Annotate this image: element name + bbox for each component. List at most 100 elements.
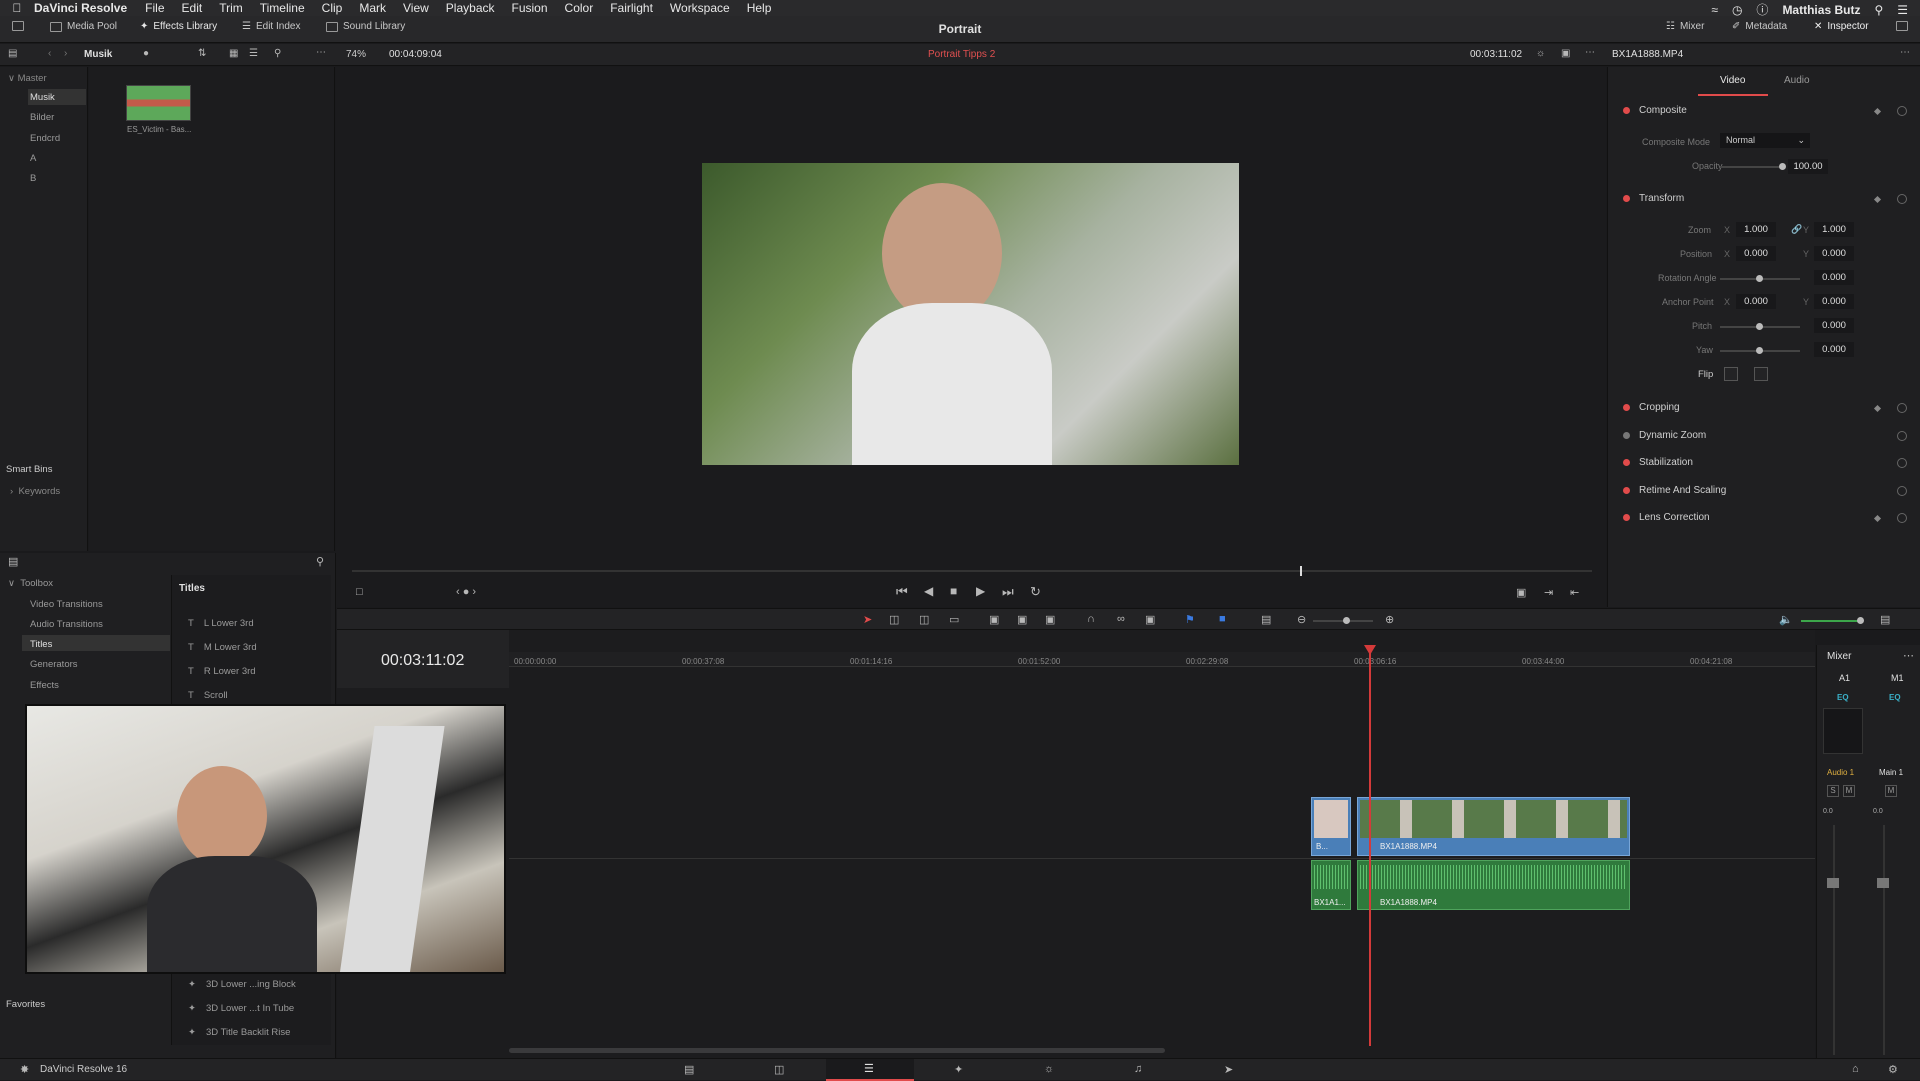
enable-dot[interactable] xyxy=(1623,487,1630,494)
go-to-end-icon[interactable]: ⏭ xyxy=(1002,584,1014,600)
menu-file[interactable]: File xyxy=(145,1,164,15)
next-edit-icon[interactable]: ⇥ xyxy=(1544,586,1553,599)
inspector-button[interactable]: ✕ Inspector xyxy=(1814,21,1869,32)
mixer-more-icon[interactable]: ⋯ xyxy=(1903,649,1914,662)
keyframe-icon[interactable] xyxy=(1873,195,1882,204)
tab-video[interactable]: Video xyxy=(1720,75,1745,86)
slider-icon[interactable]: ● xyxy=(143,48,149,59)
apple-icon[interactable]:  xyxy=(0,1,34,15)
menu-view[interactable]: View xyxy=(403,1,429,15)
opacity-slider[interactable] xyxy=(1720,166,1780,168)
viewer-options-icon[interactable]: □ xyxy=(356,586,363,598)
menu-fusion[interactable]: Fusion xyxy=(512,1,548,15)
title-m-lower-3rd[interactable]: TM Lower 3rd xyxy=(188,642,257,653)
position-x-value[interactable]: 0.000 xyxy=(1736,246,1776,261)
loop-icon[interactable]: ☼ xyxy=(1536,48,1545,59)
viewer-video-frame[interactable] xyxy=(702,163,1239,465)
list-icon[interactable]: ☰ xyxy=(1897,3,1908,17)
pitch-knob[interactable] xyxy=(1756,323,1763,330)
cut-page-icon[interactable]: ◫ xyxy=(774,1063,784,1076)
menu-playback[interactable]: Playback xyxy=(446,1,495,15)
bin-endcrd[interactable]: Endcrd xyxy=(30,133,60,144)
volume-knob[interactable] xyxy=(1857,617,1864,624)
keyframe-icon[interactable] xyxy=(1873,404,1882,413)
fader-track-m1[interactable] xyxy=(1883,825,1885,1055)
clip-thumbnail[interactable] xyxy=(126,85,191,121)
jog-icon[interactable]: ‹ ● › xyxy=(456,586,476,598)
clock-icon[interactable]: ◷ xyxy=(1732,3,1742,17)
main-mute-button[interactable]: M xyxy=(1885,785,1897,797)
lens-correction-header[interactable]: Lens Correction xyxy=(1623,512,1710,523)
zoom-y-value[interactable]: 1.000 xyxy=(1814,222,1854,237)
sidebar-toggle-icon[interactable]: ▤ xyxy=(8,48,17,59)
enable-dot[interactable] xyxy=(1623,404,1630,411)
zoom-in-icon[interactable]: ⊕ xyxy=(1385,613,1394,626)
reset-icon[interactable] xyxy=(1897,403,1907,413)
meter-icon[interactable]: ▤ xyxy=(1880,613,1890,626)
bin-bilder[interactable]: Bilder xyxy=(30,112,54,123)
zoom-knob[interactable] xyxy=(1343,617,1350,624)
speaker-icon[interactable]: 🔈 xyxy=(1779,613,1793,626)
toolbox-effects[interactable]: Effects xyxy=(30,680,59,691)
zoom-out-icon[interactable]: ⊖ xyxy=(1297,613,1306,626)
bin-b[interactable]: B xyxy=(30,173,36,184)
timeline-view-icon[interactable]: ▤ xyxy=(1261,613,1271,626)
sound-library-button[interactable]: Sound Library xyxy=(326,21,405,32)
rotation-knob[interactable] xyxy=(1756,275,1763,282)
sort-icon[interactable]: ⇅ xyxy=(198,48,206,59)
title-3d-lower-block[interactable]: ✦ 3D Lower ...ing Block xyxy=(188,979,296,990)
play-icon[interactable]: ▶ xyxy=(976,584,985,598)
lock-icon[interactable]: ▣ xyxy=(1145,613,1155,626)
list-view-icon[interactable]: ☰ xyxy=(249,48,258,59)
search-icon[interactable]: ⚲ xyxy=(274,48,281,59)
dynamic-trim-icon[interactable]: ◫ xyxy=(919,613,929,626)
mute-button[interactable]: M xyxy=(1843,785,1855,797)
menu-color[interactable]: Color xyxy=(565,1,594,15)
yaw-knob[interactable] xyxy=(1756,347,1763,354)
opacity-knob[interactable] xyxy=(1779,163,1786,170)
expand-icon[interactable] xyxy=(1896,21,1908,31)
effects-library-button[interactable]: ✦ Effects Library xyxy=(140,21,217,32)
menu-edit[interactable]: Edit xyxy=(182,1,203,15)
enable-dot[interactable] xyxy=(1623,107,1630,114)
menu-trim[interactable]: Trim xyxy=(219,1,243,15)
play-reverse-icon[interactable]: ◀ xyxy=(924,584,933,598)
link-icon[interactable]: ∞ xyxy=(1117,613,1125,625)
toolbox-generators[interactable]: Generators xyxy=(30,659,78,670)
audio-clip-main[interactable]: BX1A1888.MP4 xyxy=(1357,860,1630,910)
enable-dot[interactable] xyxy=(1623,432,1630,439)
menu-timeline[interactable]: Timeline xyxy=(260,1,305,15)
anchor-y-value[interactable]: 0.000 xyxy=(1814,294,1854,309)
overwrite-clip-icon[interactable]: ▣ xyxy=(1017,613,1027,626)
fairlight-page-icon[interactable]: ♫ xyxy=(1134,1063,1142,1075)
menu-mark[interactable]: Mark xyxy=(359,1,386,15)
zoom-x-value[interactable]: 1.000 xyxy=(1736,222,1776,237)
menu-clip[interactable]: Clip xyxy=(322,1,343,15)
back-icon[interactable]: ‹ xyxy=(48,48,51,59)
pitch-value[interactable]: 0.000 xyxy=(1814,318,1854,333)
video-clip-main[interactable]: BX1A1888.MP4 xyxy=(1357,797,1630,856)
bin-musik[interactable]: Musik xyxy=(30,92,55,103)
reset-icon[interactable] xyxy=(1897,194,1907,204)
toolbox-titles[interactable]: Titles xyxy=(30,639,52,650)
reset-icon[interactable] xyxy=(1897,486,1907,496)
user-name[interactable]: Matthias Butz xyxy=(1782,3,1860,17)
workspace-icon[interactable] xyxy=(12,21,24,31)
metadata-button[interactable]: ✐ Metadata xyxy=(1732,21,1787,32)
mixer-button[interactable]: ☷ Mixer xyxy=(1666,21,1704,32)
viewer-mode-icon[interactable]: ▣ xyxy=(1561,48,1570,59)
volume-slider[interactable] xyxy=(1801,620,1861,622)
wifi-icon[interactable]: ≈ xyxy=(1711,3,1718,17)
eq-a1[interactable]: EQ xyxy=(1837,693,1849,702)
tab-audio[interactable]: Audio xyxy=(1784,75,1810,86)
edit-page-tab[interactable]: ☰ xyxy=(826,1059,914,1081)
menu-help[interactable]: Help xyxy=(747,1,772,15)
pan-control[interactable] xyxy=(1823,708,1863,754)
playhead-line[interactable] xyxy=(1369,646,1371,1046)
title-l-lower-3rd[interactable]: TL Lower 3rd xyxy=(188,618,254,629)
flip-vertical-button[interactable] xyxy=(1754,367,1768,381)
fader-a1[interactable] xyxy=(1827,878,1839,888)
inspector-more-icon[interactable]: ⋯ xyxy=(1900,47,1910,58)
title-scroll[interactable]: T Scroll xyxy=(188,690,228,701)
search-icon[interactable]: ⚲ xyxy=(1874,3,1883,17)
